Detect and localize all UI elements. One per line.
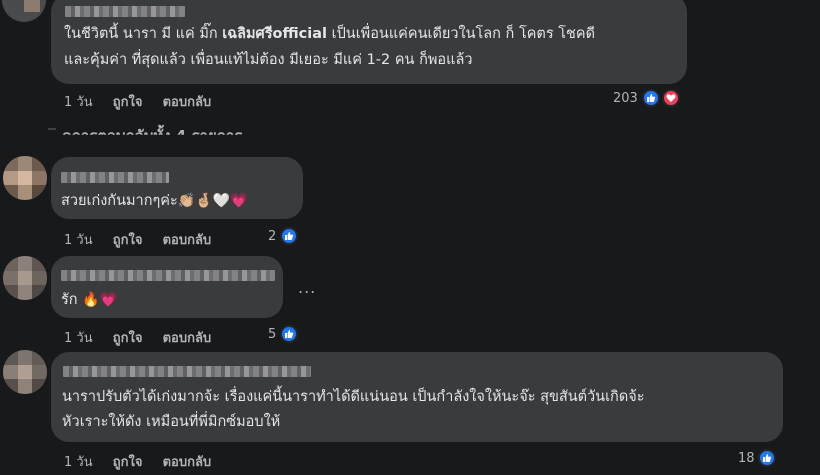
avatar-image: [3, 256, 47, 300]
comment-text-line: ในชีวิตนี้ นารา มี แค่ มิ๊ก เฉลิมศรีoffi…: [64, 26, 595, 42]
avatar[interactable]: [3, 350, 47, 394]
like-icon: [280, 325, 298, 343]
comment-text-line: หัวเราะให้ดัง เหมือนที่พี่มิกซ์มอบให้: [62, 414, 281, 430]
comment-bubble: สวยเก่งกันมากๆค่ะ👏🏼🤞🏼🤍💗: [51, 157, 303, 219]
comment-timestamp[interactable]: 1 วัน: [64, 95, 93, 110]
author-name-blurred[interactable]: [63, 366, 311, 377]
comment-text-line: และคุ้มค่า ที่สุดแล้ว เพื่อนแท้ไม่ต้อง ม…: [64, 52, 473, 68]
reply-thread-line: [48, 128, 56, 130]
author-name-blurred[interactable]: [65, 6, 185, 17]
like-icon: [280, 227, 298, 245]
comment-emojis: 🔥💗: [82, 292, 118, 308]
love-icon: [662, 89, 680, 107]
reply-button[interactable]: ตอบกลับ: [163, 331, 212, 346]
comment-actions: 1 วัน ถูกใจ ตอบกลับ: [64, 229, 227, 250]
reply-button[interactable]: ตอบกลับ: [163, 95, 212, 110]
like-button[interactable]: ถูกใจ: [113, 233, 143, 248]
avatar-image: [3, 350, 47, 394]
author-name-blurred[interactable]: [61, 172, 169, 183]
comment-actions: 1 วัน ถูกใจ ตอบกลับ: [64, 451, 227, 472]
like-icon: [642, 89, 660, 107]
reaction-count[interactable]: 2: [268, 229, 276, 244]
comment-text-line: นาราปรับตัวได้เก่งมากจ้ะ เรื่องแค่นี้นาร…: [62, 389, 645, 405]
reply-button[interactable]: ตอบกลับ: [163, 233, 212, 248]
comment-bubble: ในชีวิตนี้ นารา มี แค่ มิ๊ก เฉลิมศรีoffi…: [51, 0, 687, 84]
reply-button[interactable]: ตอบกลับ: [163, 455, 212, 470]
comment-emojis: 👏🏼🤞🏼🤍💗: [177, 193, 248, 209]
comment-timestamp[interactable]: 1 วัน: [64, 331, 93, 346]
comment-timestamp[interactable]: 1 วัน: [64, 233, 93, 248]
comment-text: สวยเก่งกันมากๆค่ะ👏🏼🤞🏼🤍💗: [61, 189, 248, 214]
reaction-count[interactable]: 5: [268, 327, 276, 342]
comment-actions: 1 วัน ถูกใจ ตอบกลับ: [64, 91, 227, 112]
comment-text-content: รัก: [61, 292, 78, 308]
like-button[interactable]: ถูกใจ: [113, 331, 143, 346]
avatar-image: [2, 0, 46, 22]
comment-text: รัก 🔥💗: [61, 288, 117, 313]
comment-bubble: นาราปรับตัวได้เก่งมากจ้ะ เรื่องแค่นี้นาร…: [51, 352, 783, 442]
comment-text-content: สวยเก่งกันมากๆค่ะ: [61, 193, 178, 209]
comment-actions: 1 วัน ถูกใจ ตอบกลับ: [64, 327, 227, 348]
avatar-image: [3, 156, 47, 200]
mention-link[interactable]: เฉลิมศรีofficial: [222, 26, 327, 42]
more-options-button[interactable]: ...: [298, 278, 316, 297]
view-replies-link[interactable]: ดูการตอบกลับทั้ง 4 รายการ: [62, 124, 242, 135]
comment-timestamp[interactable]: 1 วัน: [64, 455, 93, 470]
avatar[interactable]: [3, 156, 47, 200]
reaction-count[interactable]: 203: [613, 91, 638, 106]
like-button[interactable]: ถูกใจ: [113, 455, 143, 470]
avatar[interactable]: [2, 0, 46, 22]
avatar[interactable]: [3, 256, 47, 300]
comment-bubble: รัก 🔥💗: [51, 256, 283, 318]
author-name-blurred[interactable]: [61, 270, 275, 281]
like-icon: [758, 449, 776, 467]
like-button[interactable]: ถูกใจ: [113, 95, 143, 110]
reaction-count[interactable]: 18: [738, 451, 755, 466]
